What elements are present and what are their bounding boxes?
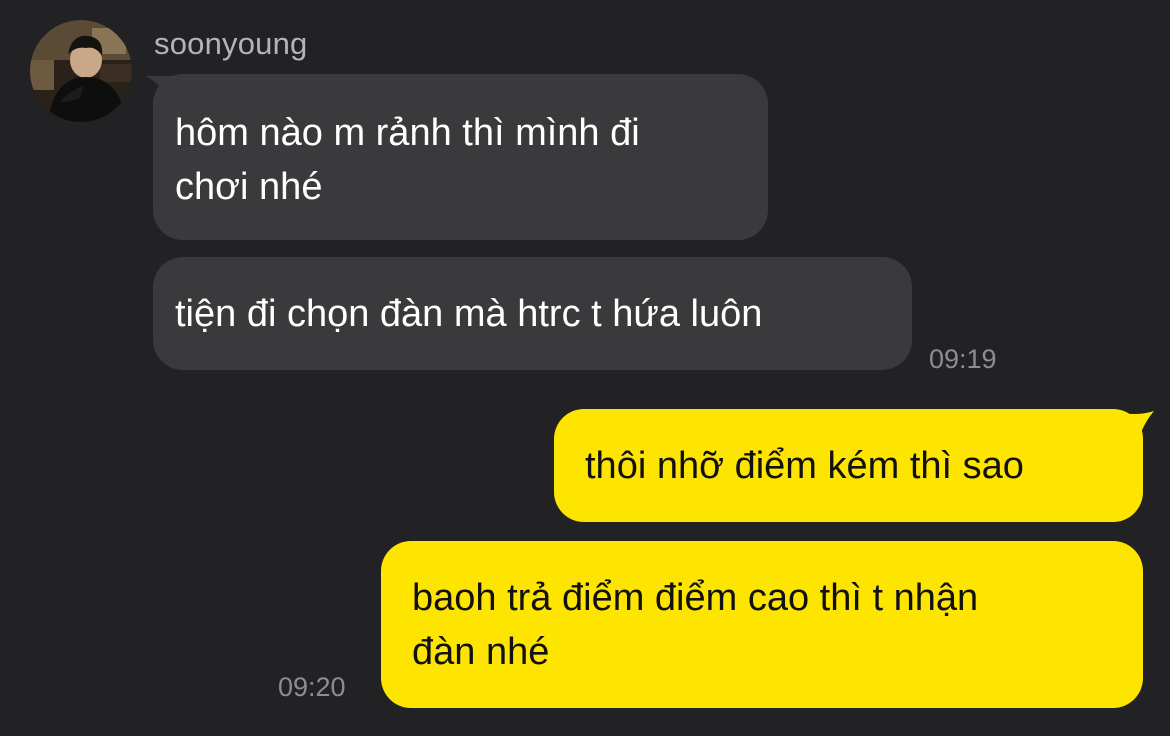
contact-name[interactable]: soonyoung — [154, 26, 308, 62]
message-bubble-incoming[interactable]: hôm nào m rảnh thì mình đi chơi nhé — [153, 74, 768, 240]
message-timestamp: 09:19 — [929, 344, 997, 374]
chat-thread: soonyoung hôm nào m rảnh thì mình đi chơ… — [0, 0, 1170, 736]
message-bubble-outgoing[interactable]: baoh trả điểm điểm cao thì t nhận đàn nh… — [381, 541, 1143, 708]
profile-photo-icon — [30, 20, 132, 122]
message-timestamp: 09:20 — [278, 672, 346, 702]
message-bubble-outgoing[interactable]: thôi nhỡ điểm kém thì sao — [554, 409, 1143, 522]
message-bubble-incoming[interactable]: tiện đi chọn đàn mà htrc t hứa luôn — [153, 257, 912, 370]
avatar[interactable] — [30, 20, 132, 122]
